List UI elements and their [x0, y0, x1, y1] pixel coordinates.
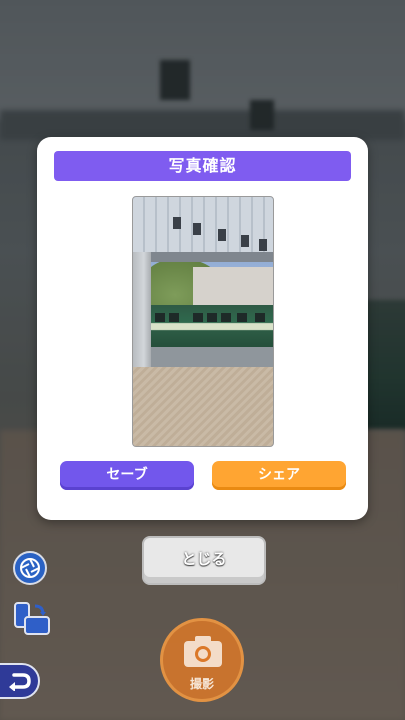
camera-aperture-icon[interactable] — [13, 551, 47, 585]
photo-bridge-window — [218, 229, 226, 241]
photo-train-window — [155, 313, 165, 322]
photo-preview — [132, 196, 274, 447]
photo-bridge-underside — [133, 252, 273, 262]
shutter-button[interactable]: 撮影 — [160, 618, 244, 702]
photo-confirm-dialog: 写真確認 セーブ シェア — [37, 137, 368, 520]
share-button[interactable]: シェア — [212, 461, 346, 490]
photo-bridge-window — [173, 217, 181, 229]
photo-ground — [133, 367, 273, 446]
photo-platform — [133, 347, 273, 369]
shutter-label: 撮影 — [189, 677, 214, 691]
back-arrow-icon[interactable] — [0, 663, 40, 699]
dialog-title: 写真確認 — [54, 151, 351, 181]
close-button[interactable]: とじる — [142, 536, 266, 585]
photo-train-window — [255, 313, 265, 322]
photo-bridge-window — [259, 239, 267, 251]
photo-train-window — [237, 313, 247, 322]
photo-train-window — [193, 313, 203, 322]
photo-building — [193, 267, 273, 307]
photo-train-window — [207, 313, 217, 322]
photo-bridge-window — [241, 235, 249, 247]
photo-train — [133, 305, 273, 349]
photo-train-window — [169, 313, 179, 322]
save-button[interactable]: セーブ — [60, 461, 194, 490]
photo-bridge — [133, 197, 273, 252]
photo-bridge-window — [193, 223, 201, 235]
camera-icon — [184, 636, 222, 667]
photo-train-window — [221, 313, 231, 322]
switch-camera-icon[interactable] — [13, 600, 51, 638]
